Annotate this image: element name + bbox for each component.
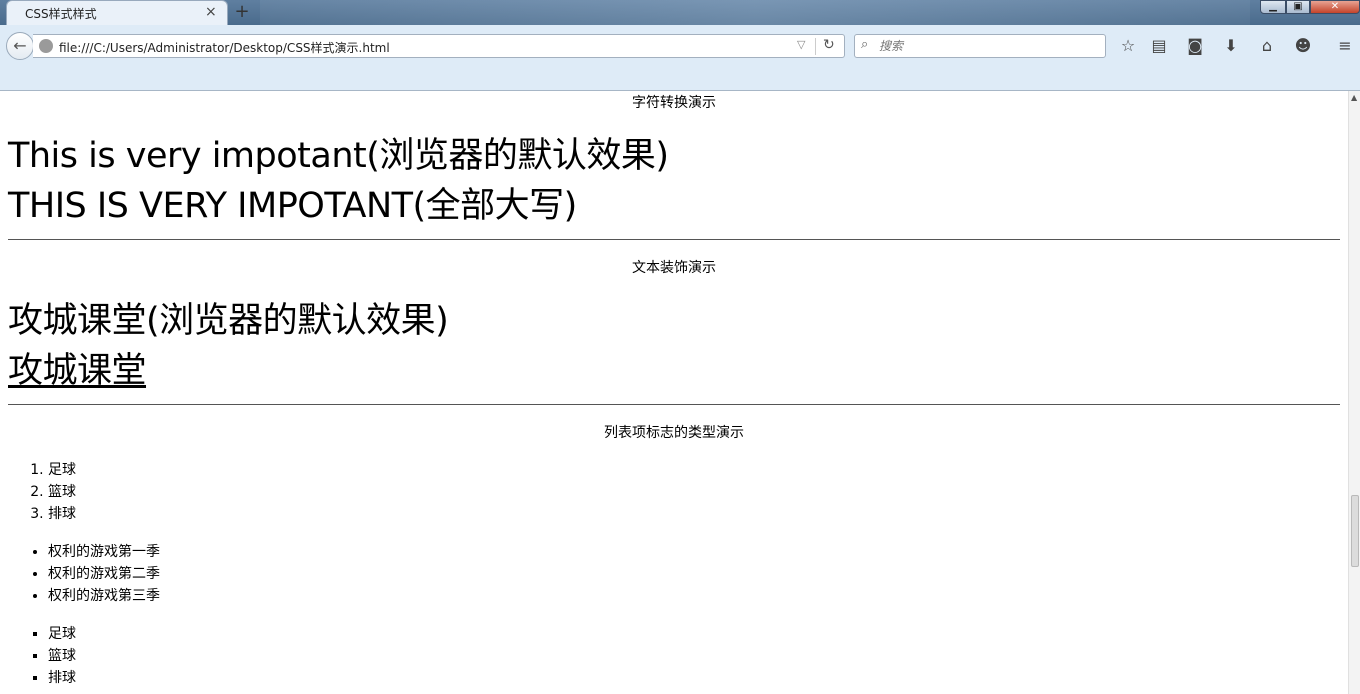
vertical-scrollbar[interactable]: ▲ [1348,91,1360,694]
download-icon[interactable]: ⬇ [1220,35,1242,57]
globe-icon [39,39,53,53]
chat-icon[interactable]: ☻ [1292,35,1314,57]
default-decoration-line: 攻城课堂(浏览器的默认效果) [8,301,449,341]
minimize-button[interactable]: ▁ [1260,0,1286,14]
search-bar[interactable]: ⌕ [854,34,1106,58]
page-content: 字符转换演示 This is very impotant(浏览器的默认效果) T… [0,91,1348,694]
section-caption-list-style: 列表项标志的类型演示 [604,425,744,441]
maximize-button[interactable]: ▣ [1286,0,1310,14]
scroll-up-icon[interactable]: ▲ [1351,93,1357,102]
title-bar-decoration [260,0,1250,25]
list-item: 排球 [48,503,1348,525]
reload-icon[interactable]: ↻ [823,37,835,53]
section-caption-text-transform: 字符转换演示 [632,95,716,111]
new-tab-button[interactable]: + [232,1,252,22]
divider [8,404,1340,405]
list-item: 篮球 [48,645,1348,667]
tab-title: CSS样式样式 [25,7,97,21]
pocket-icon[interactable]: ◙ [1184,35,1206,57]
section-caption-text-decoration: 文本装饰演示 [632,260,716,276]
star-icon[interactable]: ☆ [1117,35,1139,57]
list-item: 权利的游戏第三季 [48,585,1348,607]
tab-css-demo[interactable]: CSS样式样式 × [6,0,228,26]
list-item: 权利的游戏第一季 [48,541,1348,563]
home-icon[interactable]: ⌂ [1256,35,1278,57]
list-item: 足球 [48,623,1348,645]
list-item: 篮球 [48,481,1348,503]
nav-toolbar: ← file:///C:/Users/Administrator/Desktop… [0,25,1360,91]
list-item: 权利的游戏第二季 [48,563,1348,585]
url-text[interactable]: file:///C:/Users/Administrator/Desktop/C… [59,39,390,56]
reading-list-icon[interactable]: ▤ [1148,35,1170,57]
address-bar[interactable]: file:///C:/Users/Administrator/Desktop/C… [33,34,845,58]
ordered-list: 足球 篮球 排球 [48,459,1348,525]
underlined-text-line: 攻城课堂 [8,351,147,391]
scrollbar-thumb[interactable] [1351,495,1359,567]
close-icon[interactable]: × [205,4,217,20]
list-item: 排球 [48,667,1348,689]
back-arrow-icon[interactable]: ← [6,32,34,60]
search-input[interactable] [879,37,1099,55]
dropdown-icon[interactable]: ▽ [797,38,805,51]
divider [8,239,1340,240]
title-bar: CSS样式样式 × + ▁ ▣ ✕ [0,0,1360,26]
menu-icon[interactable]: ≡ [1334,35,1356,57]
url-divider [815,38,816,55]
window-close-button[interactable]: ✕ [1310,0,1360,14]
search-icon: ⌕ [861,37,869,52]
list-item: 足球 [48,459,1348,481]
square-list: 足球 篮球 排球 [48,623,1348,689]
window-controls: ▁ ▣ ✕ [1260,0,1360,20]
default-text-line: This is very impotant(浏览器的默认效果) [8,136,669,176]
disc-list: 权利的游戏第一季 权利的游戏第二季 权利的游戏第三季 [48,541,1348,607]
uppercase-text-line: This is very impotant(全部大写) [8,186,577,226]
